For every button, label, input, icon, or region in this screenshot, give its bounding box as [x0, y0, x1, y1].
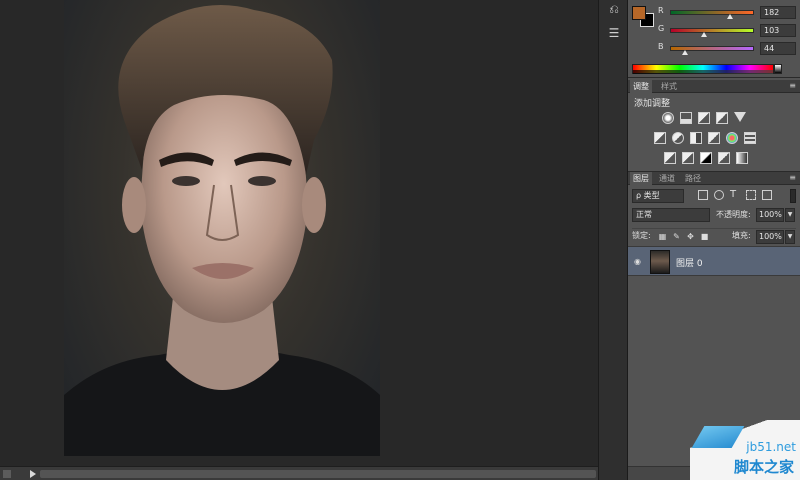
color-balance-icon[interactable]: [672, 132, 684, 144]
pixel-filter-icon[interactable]: [698, 190, 708, 200]
green-slider-row: G 103: [656, 24, 800, 38]
layer-row[interactable]: ◉ 图层 0: [628, 246, 800, 276]
color-spectrum-ramp[interactable]: [632, 64, 774, 74]
shape-filter-icon[interactable]: [746, 190, 756, 200]
vibrance-icon[interactable]: [734, 112, 746, 122]
brightness-contrast-icon[interactable]: [662, 112, 674, 124]
blue-slider-knob[interactable]: [681, 50, 688, 55]
lock-label: 锁定:: [632, 231, 651, 240]
channel-label: B: [658, 42, 664, 51]
selective-color-icon[interactable]: [718, 152, 730, 164]
invert-icon[interactable]: [664, 152, 676, 164]
fill-label: 填充:: [732, 231, 751, 240]
channel-label: G: [658, 24, 665, 33]
green-slider-track[interactable]: [670, 28, 754, 33]
adjustments-panel: 调整 样式 ≡ 添加调整: [628, 80, 800, 172]
channel-mixer-icon[interactable]: [726, 132, 738, 144]
adjustment-row-3: [628, 152, 800, 166]
photo-filter-icon[interactable]: [708, 132, 720, 144]
portrait-photo[interactable]: [64, 0, 380, 456]
foreground-color-swatch[interactable]: [632, 6, 646, 20]
lock-position-icon[interactable]: ✥: [686, 232, 695, 241]
layer-filter-bar: ρ 类型 T: [632, 188, 796, 204]
red-slider-track[interactable]: [670, 10, 754, 15]
document-workspace: [0, 0, 598, 480]
fill-dropdown-arrow[interactable]: ▼: [785, 230, 795, 244]
black-white-icon[interactable]: [690, 132, 702, 144]
panel-menu-icon[interactable]: ≡: [789, 173, 796, 182]
black-white-ramp[interactable]: [774, 64, 782, 74]
layer-name[interactable]: 图层 0: [676, 256, 703, 269]
red-value-field[interactable]: 182: [760, 6, 796, 19]
watermark-site-cn: 脚本之家: [733, 458, 794, 476]
tab-channels[interactable]: 通道: [656, 172, 678, 185]
opacity-field[interactable]: 100%: [756, 208, 784, 222]
panel-menu-icon[interactable]: ≡: [789, 81, 796, 90]
adjustment-row-2: [628, 132, 800, 146]
tab-layers[interactable]: 图层: [630, 172, 652, 185]
green-slider-knob[interactable]: [700, 32, 707, 37]
smart-object-filter-icon[interactable]: [762, 190, 772, 200]
levels-icon[interactable]: [680, 112, 692, 124]
photoshop-window: ⎌ ☰ R 182 G 103 B 44 调整 样式 ≡ 添加调整 图层 通道 …: [0, 0, 800, 480]
scrollbar-thumb[interactable]: [40, 470, 596, 478]
horizontal-scrollbar[interactable]: [0, 466, 598, 480]
channel-label: R: [658, 6, 664, 15]
lock-all-icon[interactable]: ■: [700, 232, 709, 241]
color-panel: R 182 G 103 B 44: [628, 0, 800, 78]
exposure-icon[interactable]: [716, 112, 728, 124]
blue-value-field[interactable]: 44: [760, 42, 796, 55]
adjustment-filter-icon[interactable]: [714, 190, 724, 200]
threshold-icon[interactable]: [700, 152, 712, 164]
panels-column: R 182 G 103 B 44 调整 样式 ≡ 添加调整 图层 通道 路径 ≡…: [628, 0, 800, 480]
green-value-field[interactable]: 103: [760, 24, 796, 37]
hue-saturation-icon[interactable]: [654, 132, 666, 144]
adjustments-tabbar: 调整 样式 ≡: [628, 80, 800, 93]
lock-fill-row: 锁定: ▦ ✎ ✥ ■ 填充: 100% ▼: [632, 228, 796, 244]
portrait-image: [64, 5, 380, 456]
add-adjustment-title: 添加调整: [634, 99, 671, 109]
play-icon[interactable]: [30, 470, 36, 478]
color-lookup-icon[interactable]: [744, 132, 756, 144]
curves-icon[interactable]: [698, 112, 710, 124]
tab-paths[interactable]: 路径: [682, 172, 704, 185]
opacity-label: 不透明度:: [716, 210, 751, 219]
site-watermark: jb51.net 脚本之家: [690, 414, 800, 480]
lock-image-icon[interactable]: ✎: [672, 232, 681, 241]
filter-toggle-switch[interactable]: [790, 189, 796, 203]
panel-dock-strip: ⎌ ☰: [598, 0, 628, 480]
posterize-icon[interactable]: [682, 152, 694, 164]
fill-field[interactable]: 100%: [756, 230, 784, 244]
history-icon[interactable]: ⎌: [607, 2, 621, 16]
scroll-left-arrow[interactable]: [3, 470, 11, 478]
red-slider-row: R 182: [656, 6, 800, 20]
properties-icon[interactable]: ☰: [607, 26, 621, 40]
opacity-dropdown-arrow[interactable]: ▼: [785, 208, 795, 222]
red-slider-knob[interactable]: [726, 14, 733, 19]
lock-transparent-icon[interactable]: ▦: [658, 232, 667, 241]
layers-tabbar: 图层 通道 路径 ≡: [628, 172, 800, 185]
adjustment-row-1: [628, 112, 800, 126]
tab-styles[interactable]: 样式: [658, 80, 680, 93]
gradient-map-icon[interactable]: [736, 152, 748, 164]
visibility-eye-icon[interactable]: ◉: [634, 257, 644, 267]
tab-adjustments[interactable]: 调整: [630, 80, 652, 93]
type-filter-icon[interactable]: T: [730, 190, 740, 200]
kind-filter-select[interactable]: ρ 类型: [632, 189, 684, 203]
blue-slider-row: B 44: [656, 42, 800, 56]
blend-mode-select[interactable]: 正常: [632, 208, 710, 222]
blend-opacity-row: 正常 不透明度: 100% ▼: [632, 208, 796, 224]
layer-thumbnail[interactable]: [650, 250, 670, 274]
watermark-site: jb51.net: [746, 440, 796, 454]
